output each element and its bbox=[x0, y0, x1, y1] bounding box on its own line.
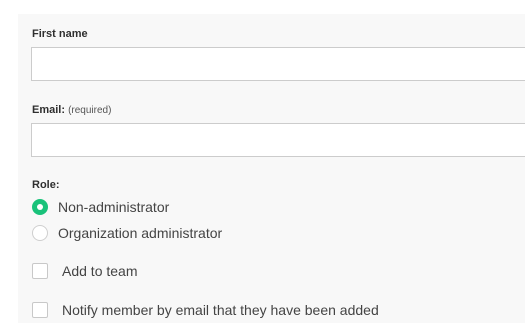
role-option-non-administrator[interactable]: Non-administrator bbox=[32, 199, 169, 215]
email-required-hint: (required) bbox=[68, 105, 112, 116]
add-to-team-label: Add to team bbox=[62, 263, 138, 279]
notify-member-label: Notify member by email that they have be… bbox=[62, 302, 379, 318]
email-label-text: Email: bbox=[32, 104, 66, 116]
email-label: Email: (required) bbox=[32, 104, 111, 116]
first-name-label: First name bbox=[32, 28, 88, 40]
role-option-organization-administrator[interactable]: Organization administrator bbox=[32, 225, 222, 241]
role-option-label: Non-administrator bbox=[58, 199, 170, 215]
add-to-team-checkbox[interactable] bbox=[32, 263, 48, 279]
role-label: Role: bbox=[32, 179, 60, 191]
role-label-text: Role: bbox=[32, 179, 60, 191]
notify-member-checkbox[interactable] bbox=[32, 302, 48, 318]
first-name-label-text: First name bbox=[32, 28, 88, 40]
role-option-label: Organization administrator bbox=[58, 225, 223, 241]
first-name-input[interactable] bbox=[31, 47, 525, 81]
notify-member-checkbox-row[interactable]: Notify member by email that they have be… bbox=[32, 302, 379, 318]
radio-unselected-icon[interactable] bbox=[32, 225, 48, 241]
email-input[interactable] bbox=[31, 123, 525, 157]
radio-selected-icon[interactable] bbox=[32, 199, 48, 215]
add-to-team-checkbox-row[interactable]: Add to team bbox=[32, 263, 138, 279]
